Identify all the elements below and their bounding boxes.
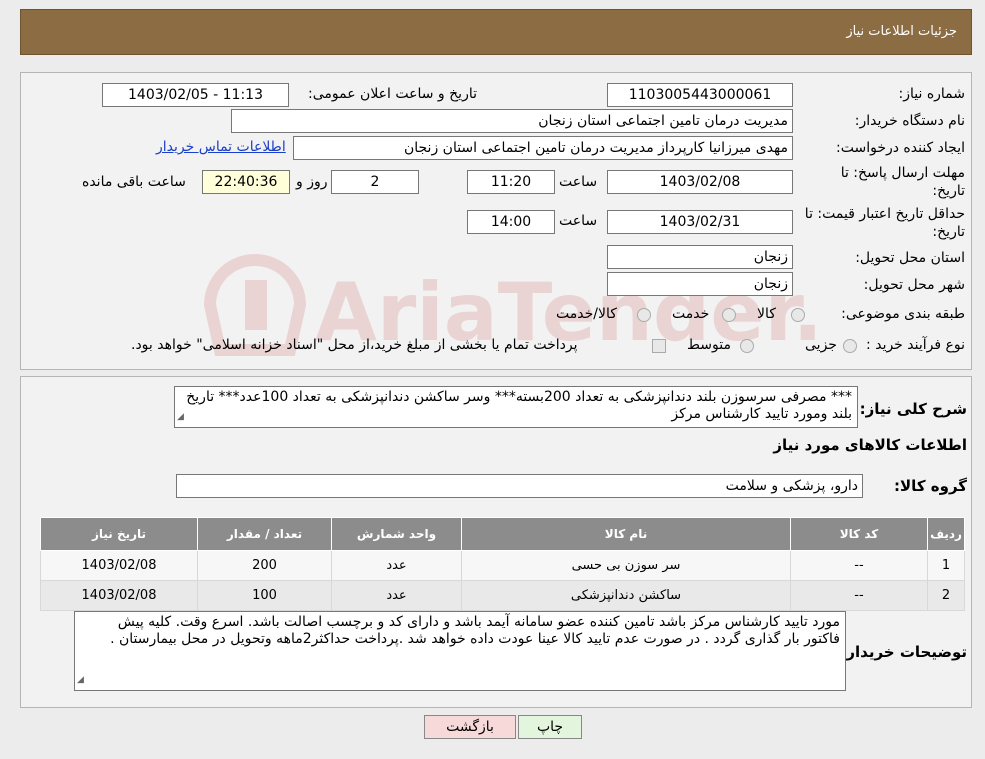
name-cell: سر سوزن بی حسی bbox=[461, 550, 791, 581]
col-header-need-date: تاریخ نیاز bbox=[40, 517, 198, 551]
remaining-days: 2 bbox=[331, 170, 419, 194]
response-deadline-label-1: مهلت ارسال پاسخ: تا bbox=[840, 165, 965, 181]
response-deadline-date: 1403/02/08 bbox=[607, 170, 793, 194]
col-header-row-number: ردیف bbox=[927, 517, 965, 551]
unit-cell: عدد bbox=[331, 580, 462, 611]
category-option-service: خدمت bbox=[672, 306, 710, 322]
resize-grip-icon[interactable]: ◢ bbox=[77, 672, 84, 689]
response-deadline-time: 11:20 bbox=[467, 170, 555, 194]
col-header-unit: واحد شمارش bbox=[331, 517, 462, 551]
description-label: شرح کلی نیاز: bbox=[859, 400, 967, 418]
remaining-time-label: ساعت باقی مانده bbox=[82, 174, 186, 190]
process-radio-medium[interactable] bbox=[740, 339, 754, 353]
delivery-city-field: زنجان bbox=[607, 272, 793, 296]
requester-label: ایجاد کننده درخواست: bbox=[836, 140, 965, 156]
description-textarea[interactable]: *** مصرفی سرسوزن بلند دندانپزشکی به تعدا… bbox=[174, 386, 858, 428]
code-cell: -- bbox=[790, 580, 928, 611]
need-number-field: 1103005443000061 bbox=[607, 83, 793, 107]
announce-datetime-field: 1403/02/05 - 11:13 bbox=[102, 83, 289, 107]
print-button[interactable]: چاپ bbox=[518, 715, 582, 739]
unit-cell: عدد bbox=[331, 550, 462, 581]
response-time-label: ساعت bbox=[559, 174, 598, 190]
category-radio-goods[interactable] bbox=[791, 308, 805, 322]
category-option-goods-service: کالا/خدمت bbox=[556, 306, 617, 322]
category-radio-goods-service[interactable] bbox=[637, 308, 651, 322]
goods-table: ردیف کد کالا نام کالا واحد شمارش تعداد /… bbox=[40, 517, 965, 611]
buyer-org-label: نام دستگاه خریدار: bbox=[854, 113, 965, 129]
category-radio-service[interactable] bbox=[722, 308, 736, 322]
purchase-process-label: نوع فرآیند خرید : bbox=[866, 337, 965, 353]
category-option-goods: کالا bbox=[757, 306, 776, 322]
category-label: طبقه بندی موضوعی: bbox=[841, 306, 965, 322]
price-validity-time: 14:00 bbox=[467, 210, 555, 234]
treasury-checkbox[interactable] bbox=[652, 339, 666, 353]
goods-group-field: دارو، پزشکی و سلامت bbox=[176, 474, 863, 498]
announce-datetime-label: تاریخ و ساعت اعلان عمومی: bbox=[308, 86, 477, 102]
buyer-org-field: مدیریت درمان تامین اجتماعی استان زنجان bbox=[231, 109, 793, 133]
row-number-cell: 1 bbox=[927, 550, 965, 581]
col-header-quantity: تعداد / مقدار bbox=[197, 517, 332, 551]
delivery-city-label: شهر محل تحویل: bbox=[863, 277, 965, 293]
page-title: جزئیات اطلاعات نیاز bbox=[846, 24, 957, 39]
price-validity-label-2: تاریخ: bbox=[932, 224, 965, 240]
remaining-time: 22:40:36 bbox=[202, 170, 290, 194]
table-header-row: ردیف کد کالا نام کالا واحد شمارش تعداد /… bbox=[40, 517, 965, 551]
page-header: جزئیات اطلاعات نیاز bbox=[20, 9, 972, 55]
price-validity-date: 1403/02/31 bbox=[607, 210, 793, 234]
need-date-cell: 1403/02/08 bbox=[40, 550, 198, 581]
treasury-note: پرداخت تمام یا بخشی از مبلغ خرید،از محل … bbox=[131, 337, 578, 353]
table-row: 2 -- ساکشن دندانپزشکی عدد 100 1403/02/08 bbox=[40, 580, 965, 611]
response-deadline-label-2: تاریخ: bbox=[932, 183, 965, 199]
days-label: روز و bbox=[296, 174, 328, 190]
resize-grip-icon[interactable]: ◢ bbox=[177, 409, 184, 426]
price-validity-time-label: ساعت bbox=[559, 213, 598, 229]
back-button[interactable]: بازگشت bbox=[424, 715, 516, 739]
buyer-notes-textarea[interactable]: مورد تایید کارشناس مرکز باشد تامین کننده… bbox=[74, 611, 846, 691]
code-cell: -- bbox=[790, 550, 928, 581]
buyer-contact-link[interactable]: اطلاعات تماس خریدار bbox=[156, 139, 286, 155]
quantity-cell: 100 bbox=[197, 580, 332, 611]
goods-section-title: اطلاعات کالاهای مورد نیاز bbox=[773, 436, 967, 454]
buyer-notes-label: توضیحات خریدار: bbox=[840, 643, 967, 661]
buyer-notes-text: مورد تایید کارشناس مرکز باشد تامین کننده… bbox=[110, 614, 840, 647]
process-radio-minor[interactable] bbox=[843, 339, 857, 353]
col-header-code: کد کالا bbox=[790, 517, 928, 551]
row-number-cell: 2 bbox=[927, 580, 965, 611]
delivery-province-label: استان محل تحویل: bbox=[855, 250, 965, 266]
requester-field: مهدی میرزانیا کارپرداز مدیریت درمان تامی… bbox=[293, 136, 793, 160]
col-header-name: نام کالا bbox=[461, 517, 791, 551]
description-text: *** مصرفی سرسوزن بلند دندانپزشکی به تعدا… bbox=[186, 389, 852, 422]
quantity-cell: 200 bbox=[197, 550, 332, 581]
process-option-minor: جزیی bbox=[805, 337, 837, 353]
need-number-label: شماره نیاز: bbox=[898, 86, 966, 102]
need-date-cell: 1403/02/08 bbox=[40, 580, 198, 611]
price-validity-label-1: حداقل تاریخ اعتبار قیمت: تا bbox=[804, 206, 965, 222]
table-row: 1 -- سر سوزن بی حسی عدد 200 1403/02/08 bbox=[40, 550, 965, 581]
delivery-province-field: زنجان bbox=[607, 245, 793, 269]
name-cell: ساکشن دندانپزشکی bbox=[461, 580, 791, 611]
process-option-medium: متوسط bbox=[687, 337, 731, 353]
goods-group-label: گروه کالا: bbox=[894, 477, 967, 495]
